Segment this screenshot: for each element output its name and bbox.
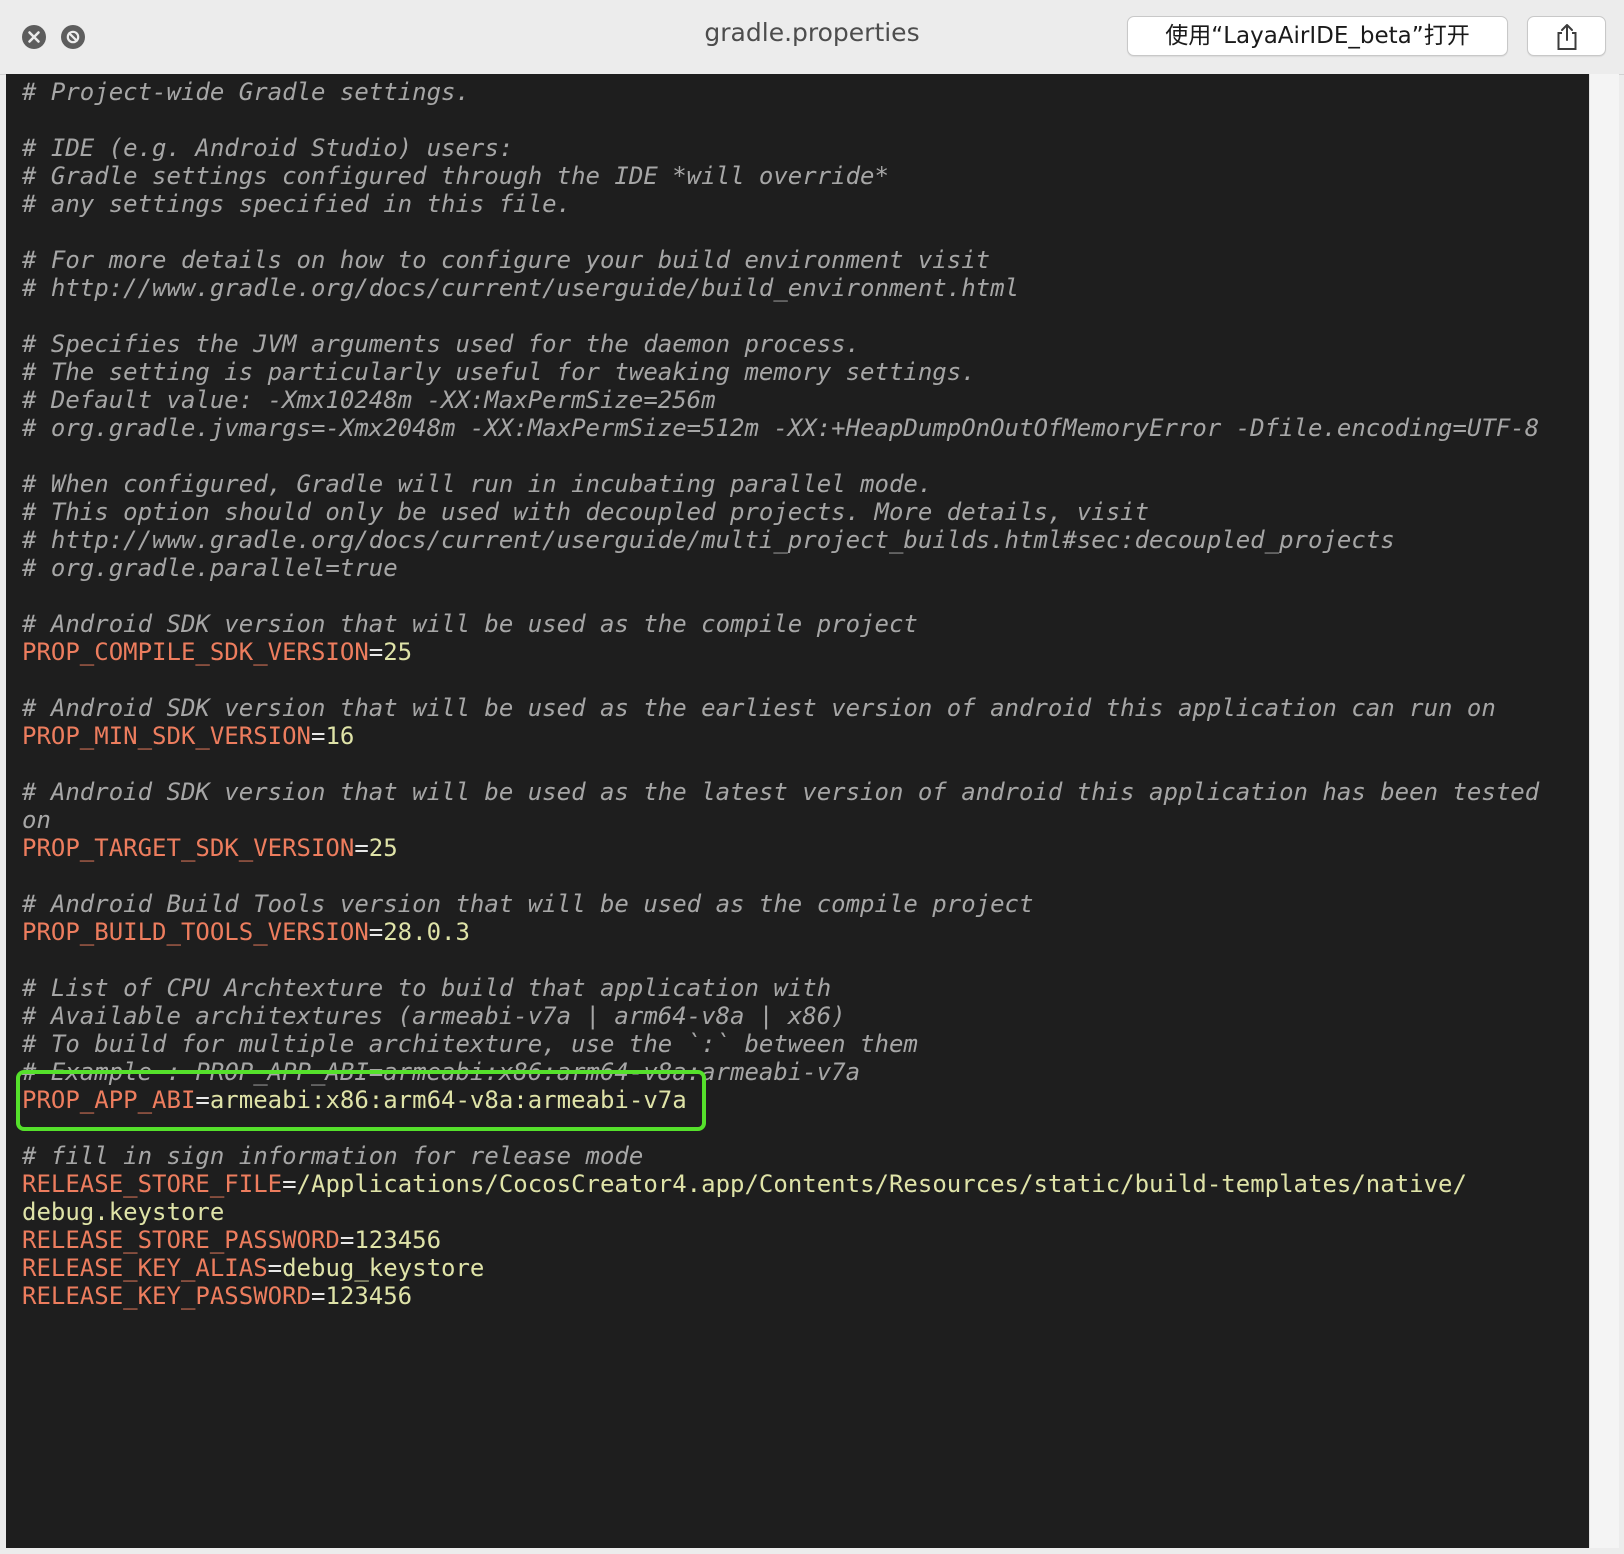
property-key: PROP_COMPILE_SDK_VERSION (22, 638, 369, 666)
property-line: RELEASE_STORE_FILE=/Applications/CocosCr… (22, 1170, 1582, 1198)
property-value: /Applications/CocosCreator4.app/Contents… (296, 1170, 1467, 1198)
equals-sign: = (354, 834, 369, 862)
quicklook-window: gradle.properties 使用“LayaAirIDE_beta”打开 … (0, 0, 1624, 1554)
file-content: # Project-wide Gradle settings. # IDE (e.… (22, 78, 1582, 1310)
property-value: 25 (383, 638, 413, 666)
equals-sign: = (195, 1086, 210, 1114)
property-value: debug_keystore (282, 1254, 485, 1282)
open-with-app-button[interactable]: 使用“LayaAirIDE_beta”打开 (1127, 16, 1508, 56)
property-line: RELEASE_KEY_ALIAS=debug_keystore (22, 1254, 1582, 1282)
property-key: PROP_TARGET_SDK_VERSION (22, 834, 355, 862)
comment-line: # Project-wide Gradle settings. (22, 78, 470, 106)
comment-line: # org.gradle.jvmargs=-Xmx2048m -XX:MaxPe… (22, 414, 1540, 442)
close-icon[interactable] (22, 25, 46, 49)
property-value: 25 (368, 834, 398, 862)
title-bar: gradle.properties 使用“LayaAirIDE_beta”打开 (0, 0, 1624, 75)
property-value: 28.0.3 (383, 918, 470, 946)
property-value: 123456 (325, 1282, 413, 1310)
comment-line: # fill in sign information for release m… (22, 1142, 644, 1170)
property-line: RELEASE_KEY_PASSWORD=123456 (22, 1282, 1582, 1310)
property-value: debug.keystore (22, 1198, 225, 1226)
property-value: 16 (325, 722, 355, 750)
property-line: PROP_MIN_SDK_VERSION=16 (22, 722, 1582, 750)
comment-line: # Android Build Tools version that will … (22, 890, 1034, 918)
comment-line: # org.gradle.parallel=true (22, 554, 398, 582)
comment-line: # Android SDK version that will be used … (22, 610, 918, 638)
vertical-scrollbar[interactable] (1589, 74, 1619, 1548)
comment-line: on (22, 806, 51, 834)
comment-line: # any settings specified in this file. (22, 190, 572, 218)
property-key: RELEASE_STORE_FILE (22, 1170, 283, 1198)
comment-line: # http://www.gradle.org/docs/current/use… (22, 274, 1019, 302)
comment-line: # Specifies the JVM arguments used for t… (22, 330, 861, 358)
continuation-line: debug.keystore (22, 1198, 1582, 1226)
comment-line: # The setting is particularly useful for… (22, 358, 976, 386)
property-key: RELEASE_KEY_PASSWORD (22, 1282, 311, 1310)
comment-line: # Gradle settings configured through the… (22, 162, 889, 190)
comment-line: # Example : PROP_APP_ABI=armeabi:x86:arm… (22, 1058, 861, 1086)
equals-sign: = (368, 638, 384, 666)
file-preview-pane[interactable]: # Project-wide Gradle settings. # IDE (e.… (6, 74, 1589, 1548)
share-button[interactable] (1527, 16, 1606, 56)
comment-line: # Android SDK version that will be used … (22, 778, 1540, 806)
comment-line: # To build for multiple architexture, us… (22, 1030, 918, 1058)
property-key: PROP_MIN_SDK_VERSION (22, 722, 311, 750)
minimize-icon[interactable] (61, 25, 85, 49)
share-icon (1557, 24, 1577, 50)
property-line: PROP_COMPILE_SDK_VERSION=25 (22, 638, 1582, 666)
equals-sign: = (339, 1226, 355, 1254)
property-value: armeabi:x86:arm64-v8a:armeabi-v7a (209, 1086, 687, 1114)
property-value: 123456 (354, 1226, 442, 1254)
equals-sign: = (267, 1254, 283, 1282)
property-key: PROP_BUILD_TOOLS_VERSION (22, 918, 369, 946)
property-key: RELEASE_KEY_ALIAS (22, 1254, 268, 1282)
comment-line: # Default value: -Xmx10248m -XX:MaxPermS… (22, 386, 716, 414)
property-key: RELEASE_STORE_PASSWORD (22, 1226, 340, 1254)
property-line: PROP_BUILD_TOOLS_VERSION=28.0.3 (22, 918, 1582, 946)
comment-line: # List of CPU Archtexture to build that … (22, 974, 832, 1002)
equals-sign: = (310, 1282, 326, 1310)
equals-sign: = (368, 918, 384, 946)
property-line: RELEASE_STORE_PASSWORD=123456 (22, 1226, 1582, 1254)
property-key: PROP_APP_ABI (22, 1086, 196, 1114)
property-line: PROP_TARGET_SDK_VERSION=25 (22, 834, 1582, 862)
comment-line: # When configured, Gradle will run in in… (22, 470, 933, 498)
equals-sign: = (282, 1170, 297, 1198)
equals-sign: = (310, 722, 326, 750)
highlighted-property-line: PROP_APP_ABI=armeabi:x86:arm64-v8a:armea… (22, 1086, 1582, 1114)
comment-line: # http://www.gradle.org/docs/current/use… (22, 526, 1395, 554)
comment-line: # For more details on how to configure y… (22, 246, 991, 274)
comment-line: # Android SDK version that will be used … (22, 694, 1496, 722)
comment-line: # IDE (e.g. Android Studio) users: (22, 134, 514, 162)
comment-line: # Available architextures (armeabi-v7a |… (22, 1002, 846, 1030)
comment-line: # This option should only be used with d… (22, 498, 1150, 526)
